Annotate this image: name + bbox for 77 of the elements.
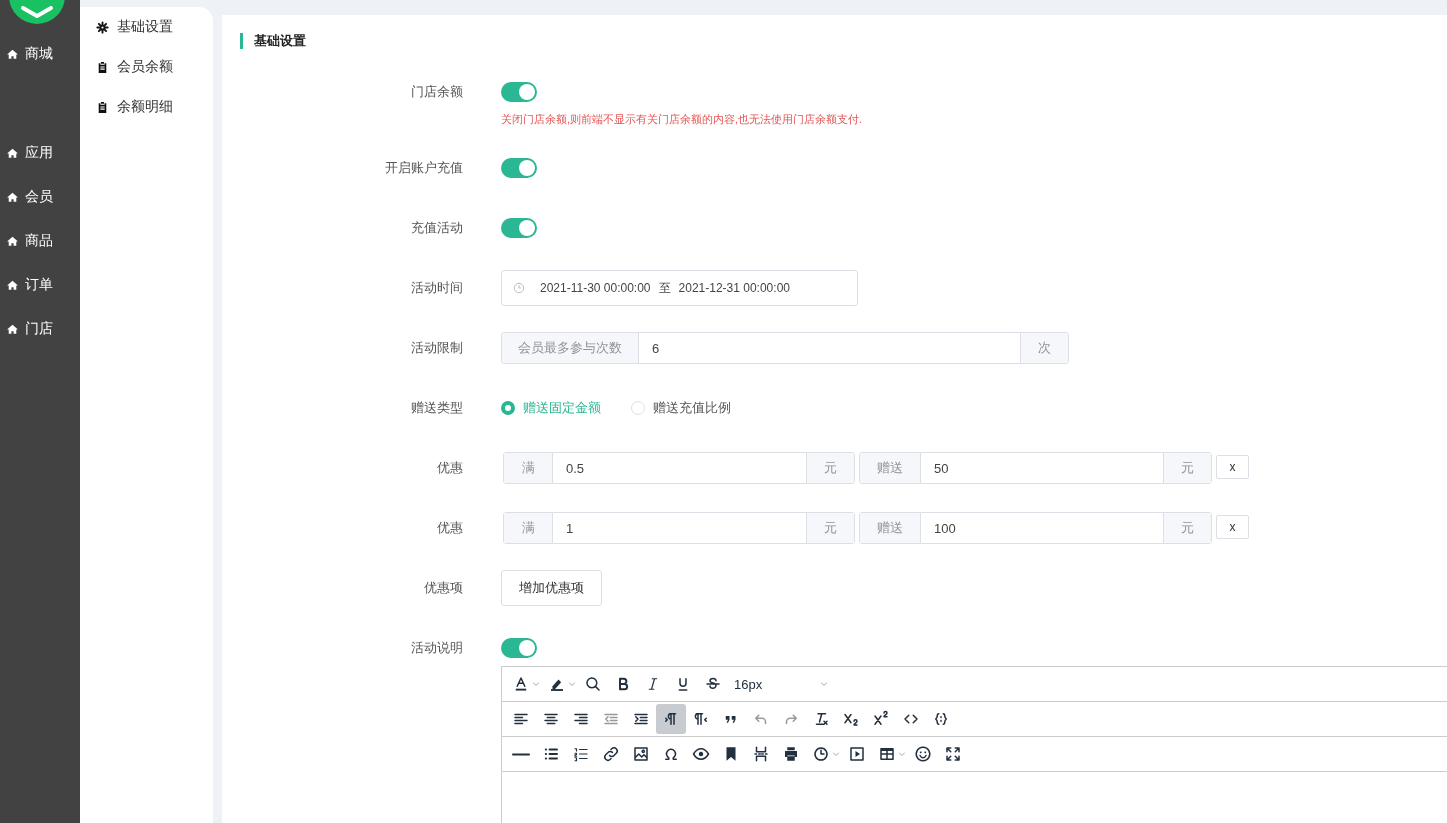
toggle-switch[interactable] <box>501 218 537 238</box>
date-range-field[interactable]: 2021-11-30 00:00:00 至 2021-12-31 00:00:00 <box>501 270 858 306</box>
input-group[interactable]: 满 0.5 元 <box>503 452 855 484</box>
pilcrow-left-icon <box>692 710 710 728</box>
toolbar-button[interactable] <box>656 704 686 734</box>
addon-label: 赠送 <box>860 513 921 543</box>
addon-label: 元 <box>1163 513 1211 543</box>
field-label: 优惠 <box>436 459 463 477</box>
addon-label: 赠送 <box>860 453 921 483</box>
field-label: 优惠项 <box>423 579 463 597</box>
smiley-icon <box>914 745 932 763</box>
option-label: 赠送充值比例 <box>653 399 731 417</box>
home-icon <box>6 322 19 336</box>
clipboard-icon <box>96 100 109 114</box>
addon-label: 次 <box>1020 333 1068 363</box>
home-icon <box>6 190 19 204</box>
braces-icon <box>932 710 950 728</box>
toggle-switch[interactable] <box>501 82 537 102</box>
nav-item[interactable]: 应用 <box>0 143 80 163</box>
remove-button[interactable]: x <box>1216 455 1249 479</box>
home-icon <box>6 146 19 160</box>
superscript-icon <box>872 710 890 728</box>
range-separator: 至 <box>658 279 671 297</box>
table-icon <box>878 745 896 763</box>
play-icon <box>848 745 866 763</box>
submenu-item[interactable]: 会员余额 <box>80 47 213 87</box>
hint-text: 关闭门店余额,则前端不显示有关门店余额的内容,也无法使用门店余额支付. <box>501 112 864 126</box>
field-label: 赠送类型 <box>410 399 463 417</box>
addon-label: 会员最多参与次数 <box>502 333 639 363</box>
addon-label: 元 <box>806 513 854 543</box>
horizontal-line-icon <box>512 752 530 756</box>
toggle-switch[interactable] <box>501 638 537 658</box>
field-label: 活动时间 <box>410 279 463 297</box>
addon-label: 元 <box>806 453 854 483</box>
input-group[interactable]: 赠送 100 元 <box>859 512 1212 544</box>
addon-label: 元 <box>1163 453 1211 483</box>
field-label: 优惠 <box>436 519 463 537</box>
home-icon <box>6 278 19 292</box>
nav-item[interactable]: 订单 <box>0 275 80 295</box>
end-date: 2021-12-31 00:00:00 <box>678 281 790 295</box>
add-discount-button[interactable]: 增加优惠项 <box>501 570 602 606</box>
search-icon <box>584 675 602 693</box>
font-size-select[interactable]: 16px <box>728 669 836 699</box>
clock-icon <box>512 281 526 295</box>
field-label: 活动限制 <box>410 339 463 357</box>
field-label: 门店余额 <box>410 83 463 101</box>
home-icon <box>6 47 19 61</box>
field-label: 开启账户充值 <box>384 159 463 177</box>
image-icon <box>632 745 650 763</box>
input-group[interactable]: 会员最多参与次数 6 次 <box>501 332 1069 364</box>
addon-label: 满 <box>504 453 553 483</box>
link-icon <box>602 745 620 763</box>
fullscreen-icon <box>944 745 962 763</box>
section-title: 基础设置 <box>240 33 1447 49</box>
home-icon <box>6 234 19 248</box>
radio-button[interactable] <box>501 401 515 415</box>
field-label: 活动说明 <box>410 639 463 657</box>
nav-item[interactable]: 会员 <box>0 187 80 207</box>
nav-item[interactable]: 门店 <box>0 319 80 339</box>
input-group[interactable]: 满 1 元 <box>503 512 855 544</box>
field-label: 充值活动 <box>410 219 463 237</box>
remove-button[interactable]: x <box>1216 515 1249 539</box>
nav-item[interactable]: 商品 <box>0 231 80 251</box>
numbered-list-icon <box>572 745 590 763</box>
nav-item[interactable]: 商城 <box>0 44 80 64</box>
clipboard-icon <box>96 60 109 74</box>
clock-icon <box>812 745 830 763</box>
page-break-icon <box>752 745 770 763</box>
printer-icon <box>782 745 800 763</box>
submenu-item[interactable]: 基础设置 <box>80 7 213 47</box>
input-group[interactable]: 赠送 50 元 <box>859 452 1212 484</box>
toggle-switch[interactable] <box>501 158 537 178</box>
eye-icon <box>692 745 710 763</box>
option-label: 赠送固定金额 <box>523 399 601 417</box>
submenu-item[interactable]: 余额明细 <box>80 87 213 127</box>
start-date: 2021-11-30 00:00:00 <box>540 281 651 295</box>
addon-label: 满 <box>504 513 553 543</box>
